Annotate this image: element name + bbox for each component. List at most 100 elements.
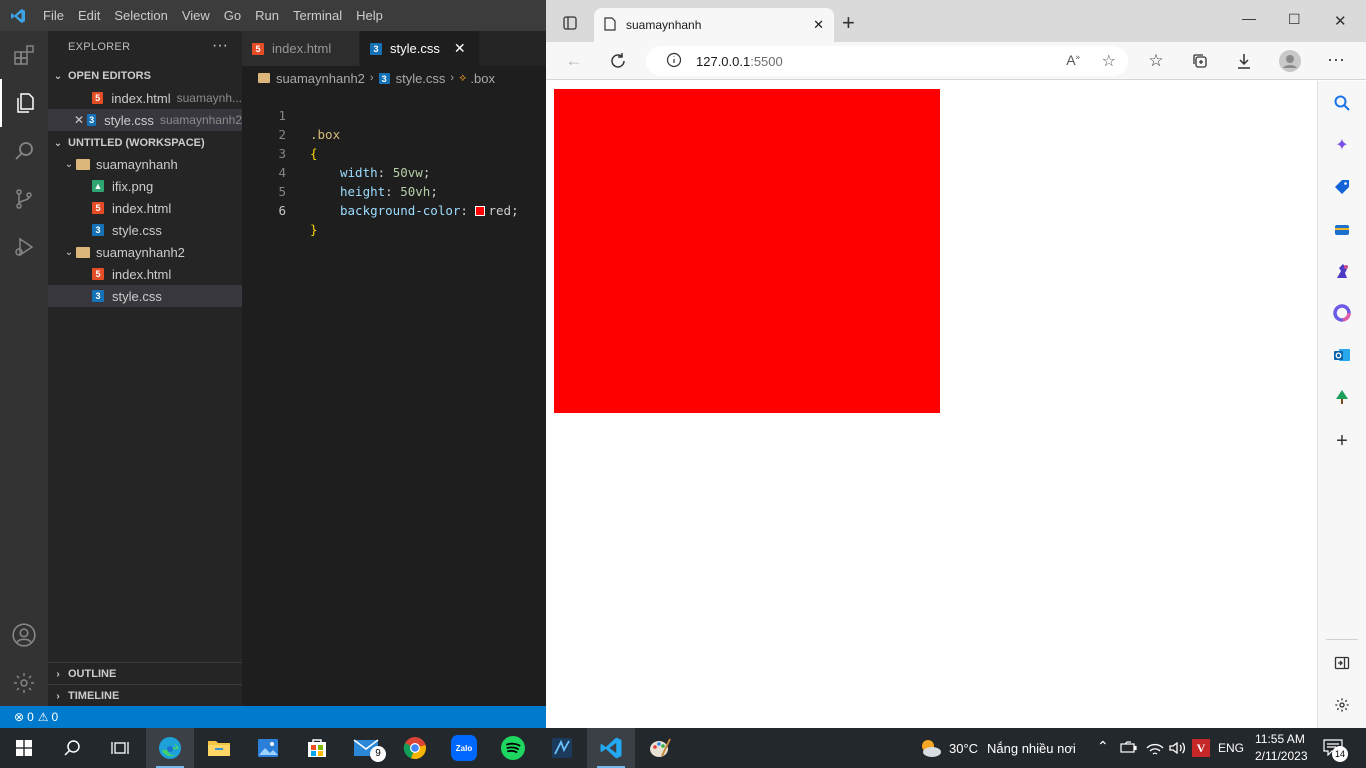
add-favorite-icon[interactable]: ☆ — [1102, 51, 1116, 71]
tree-icon[interactable] — [1330, 385, 1354, 409]
clock-time[interactable]: 11:55 AM — [1255, 732, 1305, 746]
clock-date[interactable]: 2/11/2023 — [1255, 749, 1308, 763]
read-aloud-icon[interactable]: A» — [1066, 52, 1080, 68]
folder-item[interactable]: ⌄ suamaynhanh2 — [48, 241, 242, 263]
breadcrumb-folder[interactable]: suamaynhanh2 — [276, 71, 365, 86]
code-line: 5 background-color: red; — [242, 163, 546, 218]
menu-edit[interactable]: Edit — [71, 0, 107, 31]
vscode-logo-icon — [0, 0, 36, 31]
explorer-icon[interactable] — [0, 79, 48, 127]
tab-index-html[interactable]: 5 index.html — [242, 31, 360, 66]
photos-icon[interactable] — [244, 728, 292, 768]
open-editor-item-active[interactable]: ✕ 3 style.css suamaynhanh2 — [48, 109, 242, 131]
folder-item[interactable]: ⌄ suamaynhanh — [48, 153, 242, 175]
notifications-icon[interactable]: 14 — [1323, 738, 1348, 762]
microsoft-365-icon[interactable] — [1330, 301, 1354, 325]
outline-section[interactable]: › OUTLINE — [48, 663, 242, 685]
tab-close-icon[interactable]: ✕ — [813, 17, 824, 33]
minimize-button[interactable]: — — [1242, 10, 1256, 26]
settings-more-icon[interactable]: ··· — [1320, 44, 1352, 74]
title-bar: File Edit Selection View Go Run Terminal… — [0, 0, 546, 31]
collections-icon[interactable] — [1184, 46, 1216, 76]
new-tab-button[interactable]: + — [842, 10, 855, 36]
unikey-vietnamese-input-icon[interactable]: V — [1192, 739, 1210, 757]
tab-style-css[interactable]: 3 style.css ✕ — [360, 31, 480, 66]
add-icon[interactable]: + — [1330, 429, 1354, 453]
editor-tabs: 5 index.html 3 style.css ✕ — [242, 31, 546, 66]
file-item-active[interactable]: 3 style.css — [48, 285, 242, 307]
task-view-icon[interactable] — [96, 728, 144, 768]
file-explorer-icon[interactable] — [195, 728, 243, 768]
breadcrumb-file[interactable]: style.css — [396, 71, 446, 86]
mail-icon[interactable]: 9 — [342, 728, 390, 768]
menu-go[interactable]: Go — [217, 0, 248, 31]
breadcrumb-symbol[interactable]: .box — [470, 71, 495, 86]
games-chess-icon[interactable] — [1330, 259, 1354, 283]
wifi-icon[interactable] — [1146, 740, 1164, 761]
back-arrow-icon[interactable]: ← — [558, 46, 590, 76]
refresh-icon[interactable] — [602, 46, 634, 76]
menu-terminal[interactable]: Terminal — [286, 0, 349, 31]
color-swatch[interactable] — [475, 206, 486, 216]
explorer-more-actions-button[interactable]: ··· — [212, 37, 228, 55]
downloads-icon[interactable] — [1228, 46, 1260, 76]
search-icon[interactable] — [48, 728, 96, 768]
extensions-icon[interactable] — [0, 31, 48, 79]
timeline-section[interactable]: › TIMELINE — [48, 685, 242, 707]
status-bar[interactable]: ⊗ 0 ⚠ 0 — [0, 706, 546, 728]
favorites-icon[interactable]: ☆ — [1140, 46, 1172, 76]
workspace-title: UNTITLED (WORKSPACE) — [68, 137, 205, 149]
hide-sidebar-icon[interactable] — [1330, 651, 1354, 675]
file-item[interactable]: 5 index.html — [48, 263, 242, 285]
search-icon[interactable] — [1330, 91, 1354, 115]
file-item[interactable]: 3 style.css — [48, 219, 242, 241]
weather-sun-cloud-icon[interactable] — [918, 737, 942, 764]
chevron-right-icon: › — [450, 72, 455, 84]
profile-avatar-icon[interactable] — [1274, 46, 1306, 76]
maximize-button[interactable]: ☐ — [1288, 11, 1301, 28]
weather-description[interactable]: Nắng nhiều nơi — [987, 741, 1076, 756]
shopping-tag-icon[interactable] — [1330, 175, 1354, 199]
zalo-icon[interactable]: Zalo — [440, 728, 488, 768]
tools-briefcase-icon[interactable] — [1330, 217, 1354, 241]
browser-tab[interactable]: suamaynhanh ✕ — [594, 8, 834, 42]
info-icon[interactable] — [666, 52, 682, 71]
run-debug-icon[interactable] — [0, 223, 48, 271]
chrome-icon[interactable] — [391, 728, 439, 768]
outlook-icon[interactable] — [1330, 343, 1354, 367]
settings-gear-icon[interactable] — [1330, 693, 1354, 717]
address-bar[interactable]: 127.0.0.1:5500 A» ☆ — [646, 46, 1128, 76]
menu-run[interactable]: Run — [248, 0, 286, 31]
vscode-taskbar-icon[interactable] — [587, 728, 635, 768]
file-item[interactable]: ▲ ifix.png — [48, 175, 242, 197]
discover-sparkle-icon[interactable]: ✦ — [1330, 133, 1354, 157]
tab-close-icon[interactable]: ✕ — [454, 40, 466, 57]
menu-help[interactable]: Help — [349, 0, 390, 31]
menu-view[interactable]: View — [175, 0, 217, 31]
battery-icon[interactable] — [1120, 741, 1138, 760]
tab-actions-icon[interactable] — [554, 8, 586, 38]
close-icon[interactable]: ✕ — [74, 113, 87, 127]
volume-icon[interactable] — [1168, 740, 1186, 761]
microsoft-store-icon[interactable] — [293, 728, 341, 768]
manage-gear-icon[interactable] — [0, 659, 48, 707]
menu-file[interactable]: File — [36, 0, 71, 31]
start-windows-icon[interactable] — [0, 728, 48, 768]
spotify-icon[interactable] — [489, 728, 537, 768]
workspace-section[interactable]: ⌄ UNTITLED (WORKSPACE) — [48, 132, 242, 154]
weather-temperature[interactable]: 30°C — [949, 741, 978, 756]
input-language[interactable]: ENG — [1218, 741, 1244, 755]
show-hidden-icons-chevron-icon[interactable]: ⌃ — [1097, 738, 1109, 755]
open-editors-section[interactable]: ⌄ OPEN EDITORS — [48, 65, 242, 87]
open-editor-item[interactable]: 5 index.html suamaynh... — [48, 87, 242, 109]
accounts-icon[interactable] — [0, 611, 48, 659]
close-window-button[interactable]: ✕ — [1334, 12, 1347, 30]
menu-selection[interactable]: Selection — [107, 0, 174, 31]
source-control-icon[interactable] — [0, 175, 48, 223]
paint-icon[interactable] — [636, 728, 684, 768]
network-tool-icon[interactable] — [538, 728, 586, 768]
edge-taskbar-icon[interactable] — [146, 728, 194, 768]
file-item[interactable]: 5 index.html — [48, 197, 242, 219]
timeline-title: TIMELINE — [68, 690, 120, 702]
search-icon[interactable] — [0, 127, 48, 175]
